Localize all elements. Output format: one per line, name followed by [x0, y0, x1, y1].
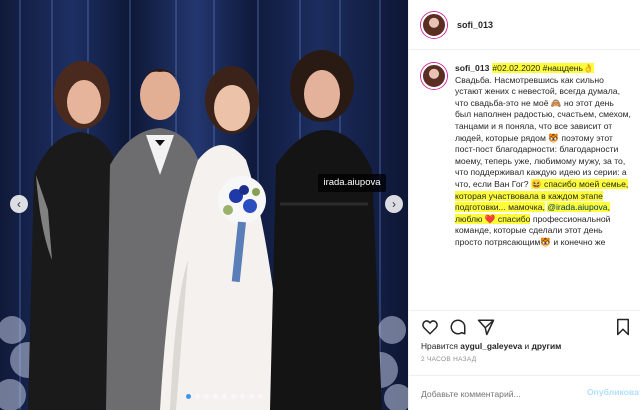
- comment-input[interactable]: [421, 387, 561, 401]
- likes-prefix: Нравится: [421, 341, 458, 351]
- heart-icon[interactable]: [421, 318, 439, 336]
- caption-area: sofi_013 #02.02.2020 #нащдень👌 Свадьба. Н…: [409, 51, 640, 309]
- comment-form: Опубликовать: [409, 375, 640, 410]
- caption-author[interactable]: sofi_013: [455, 63, 489, 73]
- share-icon[interactable]: [477, 318, 495, 336]
- chevron-right-icon[interactable]: ›: [385, 195, 403, 213]
- carousel-dot: [213, 394, 218, 399]
- avatar[interactable]: [421, 11, 447, 38]
- likes-and: и: [524, 341, 530, 351]
- carousel-dot: [249, 394, 254, 399]
- likes-others[interactable]: другим: [532, 341, 562, 351]
- carousel-dot: [240, 394, 245, 399]
- likes-summary: Нравится aygul_galeyeva и другим: [421, 341, 561, 351]
- comment-icon[interactable]: [449, 318, 467, 336]
- bookmark-icon[interactable]: [614, 318, 632, 336]
- caption-avatar[interactable]: [421, 63, 447, 89]
- post-photo[interactable]: irada.aiupova ‹ ›: [0, 0, 408, 410]
- carousel-indicator: [186, 394, 263, 399]
- carousel-dot: [258, 394, 263, 399]
- action-bar: [409, 310, 640, 340]
- caption-hashtags[interactable]: #02.02.2020 #нащдень👌: [492, 63, 594, 73]
- post-comment-button[interactable]: Опубликовать: [587, 387, 640, 397]
- post-sidebar: sofi_013 sofi_013 #02.02.2020 #нащдень👌 С…: [408, 0, 640, 410]
- caption-paragraph: Свадьба. Насмотревшись как сильно устают…: [455, 74, 631, 189]
- carousel-dot: [186, 394, 191, 399]
- caption-mention[interactable]: @irada.aiupova: [547, 202, 608, 213]
- likes-user[interactable]: aygul_galeyeva: [460, 341, 522, 351]
- carousel-dot: [204, 394, 209, 399]
- carousel-dot: [195, 394, 200, 399]
- photo-tag-label[interactable]: irada.aiupova: [318, 174, 386, 192]
- caption-text: sofi_013 #02.02.2020 #нащдень👌 Свадьба. Н…: [455, 63, 631, 309]
- carousel-dot: [231, 394, 236, 399]
- photo-illustration: [0, 0, 408, 410]
- chevron-left-icon[interactable]: ‹: [10, 195, 28, 213]
- carousel-dot: [222, 394, 227, 399]
- post-header: sofi_013: [409, 0, 640, 50]
- post-timestamp[interactable]: 2 ЧАСОВ НАЗАД: [421, 356, 476, 363]
- header-username[interactable]: sofi_013: [457, 20, 493, 30]
